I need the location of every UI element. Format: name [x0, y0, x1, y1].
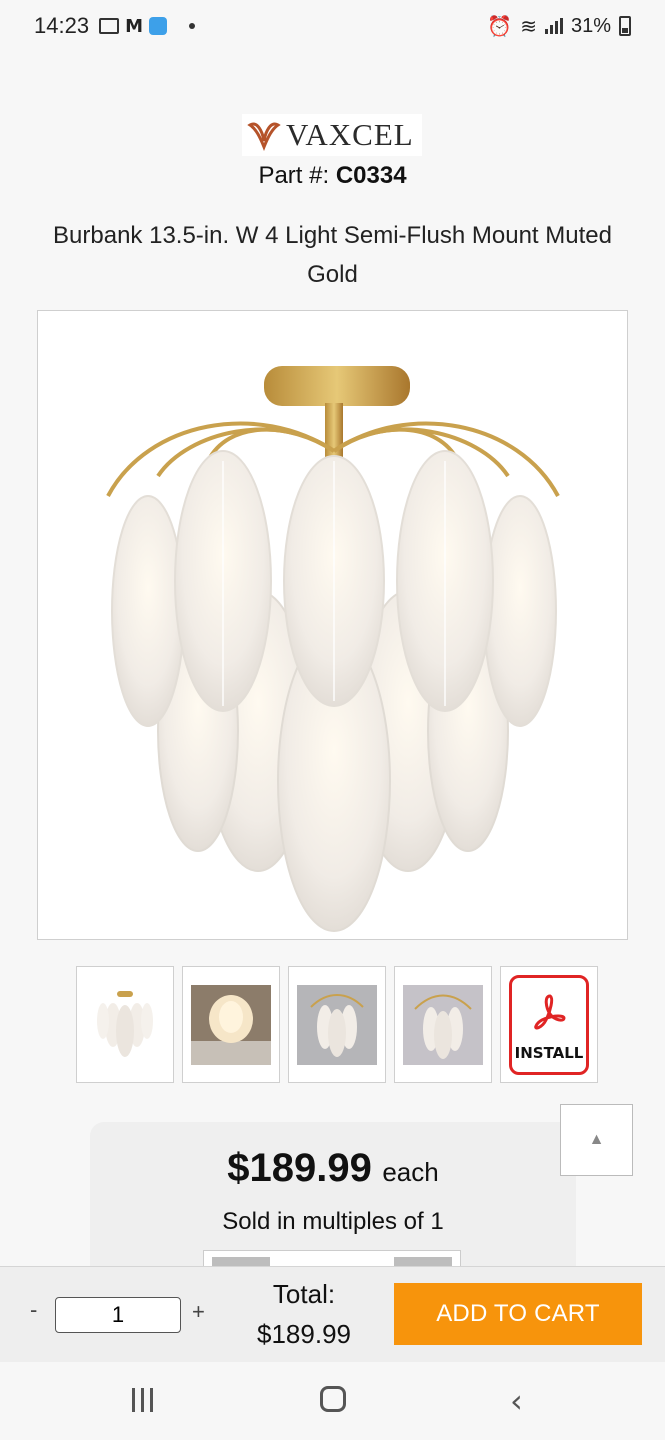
gmail-icon: M	[125, 15, 143, 37]
scroll-to-top-button[interactable]: ▲	[560, 1104, 633, 1176]
thumbnail-3[interactable]	[288, 966, 386, 1083]
part-number-line: Part #: C0334	[0, 162, 665, 190]
brand-name: VAXCEL	[286, 117, 414, 152]
app-notification-icon	[148, 17, 167, 35]
chandelier-image	[106, 366, 560, 932]
price-amount: $189.99	[227, 1146, 372, 1190]
status-time: 14:23	[34, 13, 90, 38]
total-value: $189.99	[257, 1319, 351, 1349]
battery-text: 31%	[570, 14, 611, 37]
signal-icon	[544, 18, 563, 34]
product-title: Burbank 13.5-in. W 4 Light Semi-Flush Mo…	[53, 222, 612, 288]
sold-in-multiples: Sold in multiples of 1	[222, 1208, 444, 1235]
up-triangle-icon: ▲	[588, 1131, 605, 1148]
main-product-image[interactable]	[37, 310, 628, 940]
thumbnail-image	[97, 990, 153, 1057]
thumbnail-1[interactable]	[76, 966, 174, 1083]
part-number: C0334	[335, 162, 407, 189]
thumbnail-2[interactable]	[182, 966, 280, 1083]
wifi-icon: ≋	[520, 15, 537, 38]
quantity-input[interactable]	[55, 1297, 181, 1333]
part-label: Part #:	[258, 162, 330, 189]
thumbnail-strip: INSTALL	[76, 966, 598, 1083]
alarm-icon: ⏰	[487, 15, 513, 38]
system-navigation-bar: ‹	[0, 1362, 665, 1440]
thumbnail-image	[403, 984, 483, 1065]
quantity-decrease-button[interactable]: -	[30, 1297, 37, 1323]
install-label: INSTALL	[514, 1043, 584, 1062]
back-button[interactable]: ‹	[510, 1382, 523, 1420]
thumbnail-image	[297, 984, 377, 1065]
sticky-cart-bar: - + Total: $189.99 ADD TO CART	[0, 1266, 665, 1362]
quantity-increase-button[interactable]: +	[192, 1299, 205, 1325]
battery-icon	[619, 16, 631, 36]
recents-button[interactable]	[132, 1388, 153, 1412]
system-icons: ⏰ ≋ 31%	[487, 14, 631, 39]
thumbnail-install-pdf[interactable]: INSTALL	[500, 966, 598, 1083]
price-unit: each	[382, 1157, 439, 1187]
more-notifications-icon	[188, 23, 195, 29]
add-to-cart-button[interactable]: ADD TO CART	[394, 1283, 642, 1345]
acrobat-icon	[534, 993, 566, 1029]
home-button[interactable]	[320, 1386, 346, 1412]
status-bar: 14:23 M ⏰ ≋ 31%	[0, 0, 665, 52]
thumbnail-image	[191, 984, 271, 1065]
total-label: Total:	[272, 1279, 336, 1309]
vaxcel-logo-icon	[247, 122, 281, 151]
notification-icons: M	[99, 16, 195, 37]
pdf-document-icon: INSTALL	[509, 974, 589, 1075]
message-icon	[99, 18, 120, 34]
price-line: $189.99 each	[90, 1146, 576, 1191]
thumbnail-4[interactable]	[394, 966, 492, 1083]
brand-logo[interactable]: VAXCEL	[242, 114, 422, 156]
